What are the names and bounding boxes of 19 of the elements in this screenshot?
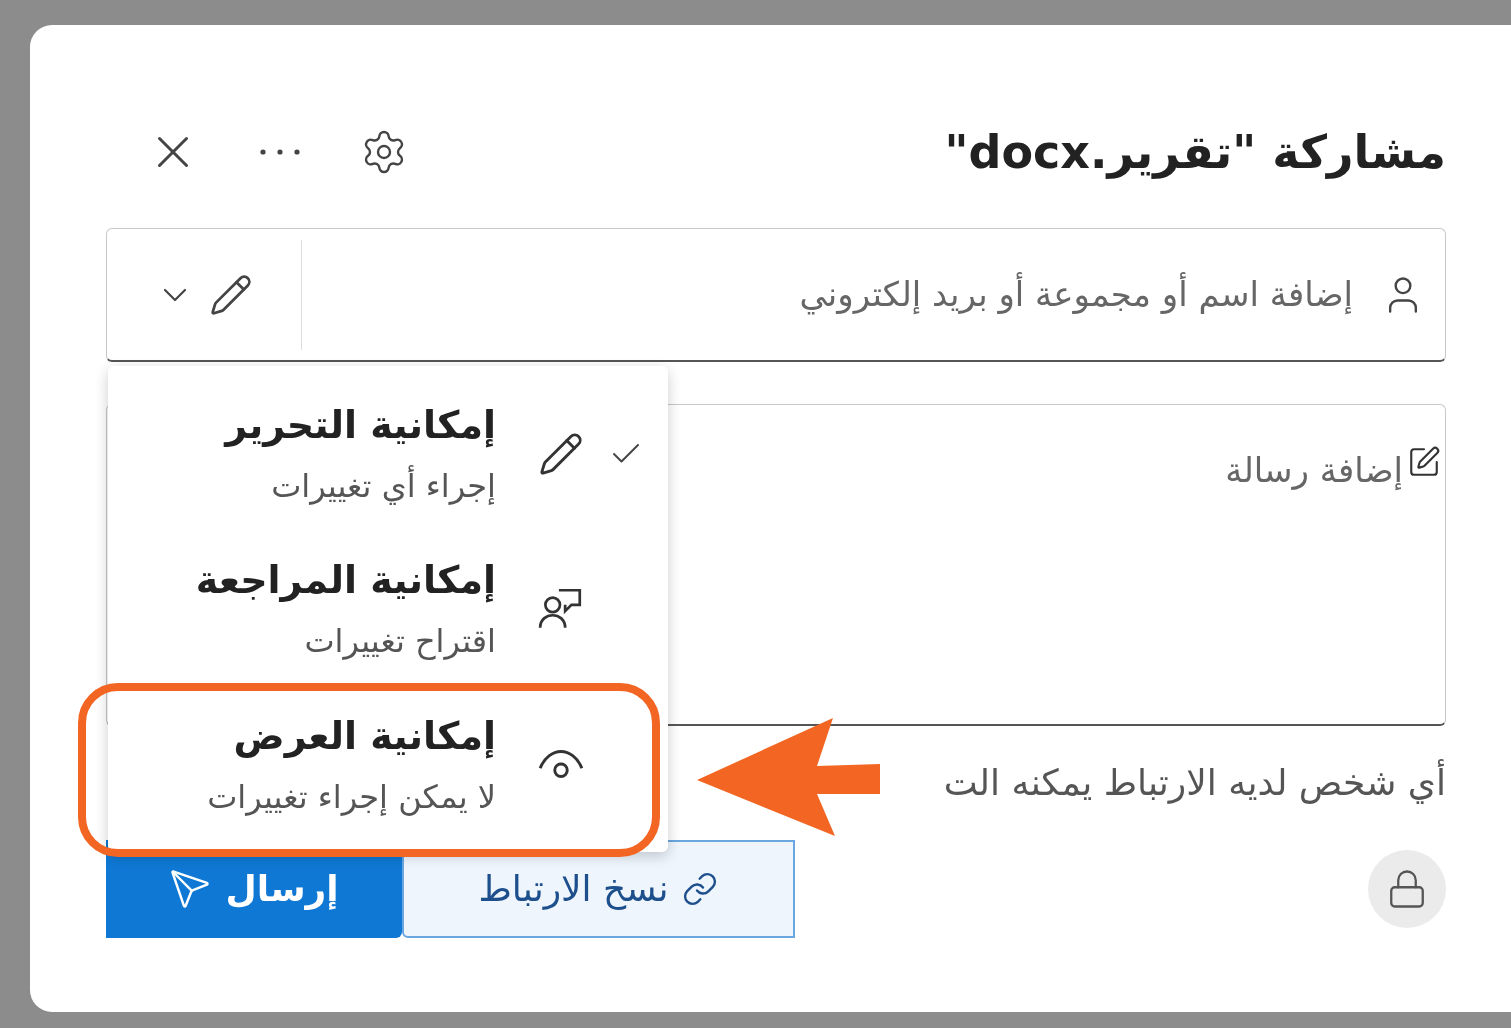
link-icon (682, 871, 719, 907)
send-icon (169, 868, 212, 910)
recipient-field[interactable]: إضافة اسم أو مجموعة أو بريد إلكتروني (106, 228, 1446, 362)
option-description: إجراء أي تغييرات (270, 464, 496, 508)
option-description: لا يمكن إجراء تغييرات (207, 776, 496, 818)
permission-option[interactable]: إمكانية المراجعة اقتراح تغييرات (108, 534, 668, 684)
pencil-icon (209, 272, 253, 317)
recipient-placeholder: إضافة اسم أو مجموعة أو بريد إلكتروني (799, 271, 1353, 317)
edit-icon (1407, 445, 1441, 479)
link-note: أي شخص لديه الارتباط يمكنه الت (943, 756, 1446, 810)
pencil-icon (538, 430, 584, 477)
more-button[interactable] (260, 149, 300, 155)
more-icon (260, 149, 300, 155)
option-title: إمكانية المراجعة (195, 557, 496, 605)
option-title: إمكانية التحرير (225, 402, 496, 450)
dialog-title: مشاركة "تقرير.docx" (944, 123, 1446, 181)
option-description: اقتراح تغييرات (303, 621, 496, 663)
permission-option[interactable]: إمكانية التحرير إجراء أي تغييرات (108, 378, 668, 529)
permission-option[interactable]: إمكانية العرض لا يمكن إجراء تغييرات (108, 689, 668, 840)
